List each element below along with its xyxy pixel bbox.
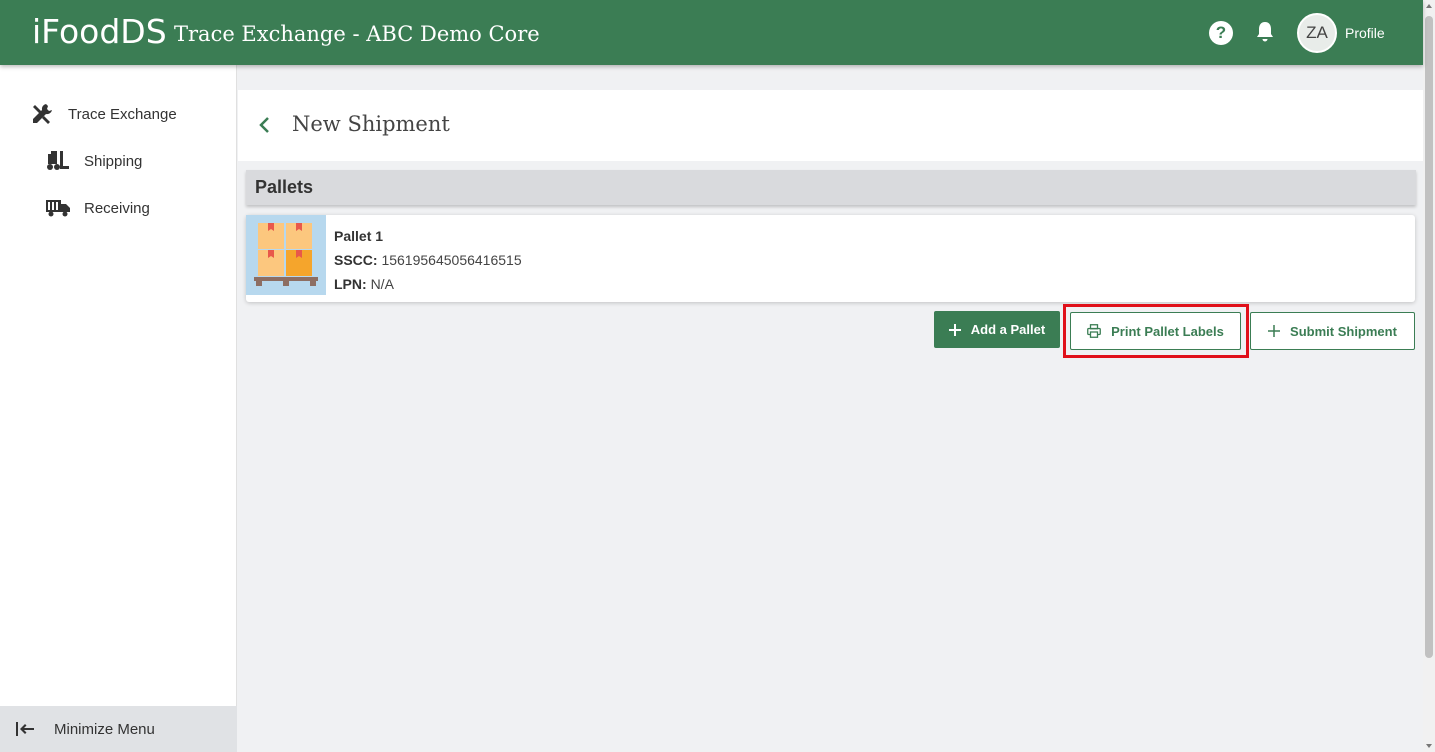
minimize-menu-button[interactable]: Minimize Menu <box>0 706 237 752</box>
print-pallet-labels-button[interactable]: Print Pallet Labels <box>1070 312 1241 350</box>
truck-icon <box>46 200 70 217</box>
avatar[interactable]: ZA <box>1297 13 1337 53</box>
pallets-section-header: Pallets <box>246 170 1416 205</box>
pallet-sscc: SSCC: 156195645056416515 <box>334 252 522 268</box>
sscc-label: SSCC: <box>334 252 378 268</box>
minimize-menu-label: Minimize Menu <box>54 720 155 738</box>
sidebar-item-shipping[interactable]: Shipping <box>46 150 142 172</box>
app-title: Trace Exchange - ABC Demo Core <box>174 22 540 46</box>
bell-icon[interactable] <box>1255 21 1275 43</box>
page-scrollbar[interactable] <box>1423 0 1435 752</box>
lpn-label: LPN: <box>334 276 367 292</box>
plus-icon <box>1268 325 1281 337</box>
sidebar-item-label: Receiving <box>84 199 150 217</box>
tools-icon <box>33 104 52 124</box>
sidebar-item-trace-exchange[interactable]: Trace Exchange <box>30 102 177 126</box>
submit-shipment-label: Submit Shipment <box>1290 323 1397 339</box>
pallet-boxes-icon <box>246 215 326 295</box>
add-pallet-button[interactable]: Add a Pallet <box>934 311 1060 348</box>
pallet-card[interactable]: Pallet 1 SSCC: 156195645056416515 LPN: N… <box>246 215 1415 302</box>
sidebar-item-receiving[interactable]: Receiving <box>46 198 150 218</box>
plus-icon <box>948 323 961 336</box>
printer-icon <box>1087 324 1102 338</box>
sidebar-item-label: Shipping <box>84 152 143 170</box>
section-title: Pallets <box>255 177 314 197</box>
top-header: iFoodDS Trace Exchange - ABC Demo Core ?… <box>0 0 1423 65</box>
profile-link[interactable]: Profile <box>1345 25 1385 41</box>
chevron-left-icon[interactable] <box>256 116 274 134</box>
scroll-down-arrow[interactable] <box>1426 744 1432 748</box>
pallet-lpn: LPN: N/A <box>334 276 394 292</box>
scroll-thumb[interactable] <box>1425 16 1433 658</box>
submit-shipment-button[interactable]: Submit Shipment <box>1250 312 1415 350</box>
forklift-icon <box>47 151 69 170</box>
pallet-name: Pallet 1 <box>334 228 384 244</box>
page-header: New Shipment <box>238 90 1423 161</box>
collapse-left-icon <box>16 722 34 736</box>
question-icon[interactable]: ? <box>1209 21 1233 45</box>
scroll-up-arrow[interactable] <box>1426 4 1432 8</box>
main-content: New Shipment Pallets Pallet 1 SSCC: 1561… <box>238 65 1423 752</box>
page-title: New Shipment <box>292 112 450 136</box>
logo[interactable]: iFoodDS <box>32 12 167 51</box>
sidebar: Trace Exchange Shipping Receiving Minimi… <box>0 65 237 752</box>
lpn-value: N/A <box>370 276 394 292</box>
sidebar-item-label: Trace Exchange <box>68 105 177 123</box>
sscc-value: 156195645056416515 <box>381 252 522 268</box>
add-pallet-label: Add a Pallet <box>970 322 1046 337</box>
print-pallet-labels-label: Print Pallet Labels <box>1111 323 1224 339</box>
